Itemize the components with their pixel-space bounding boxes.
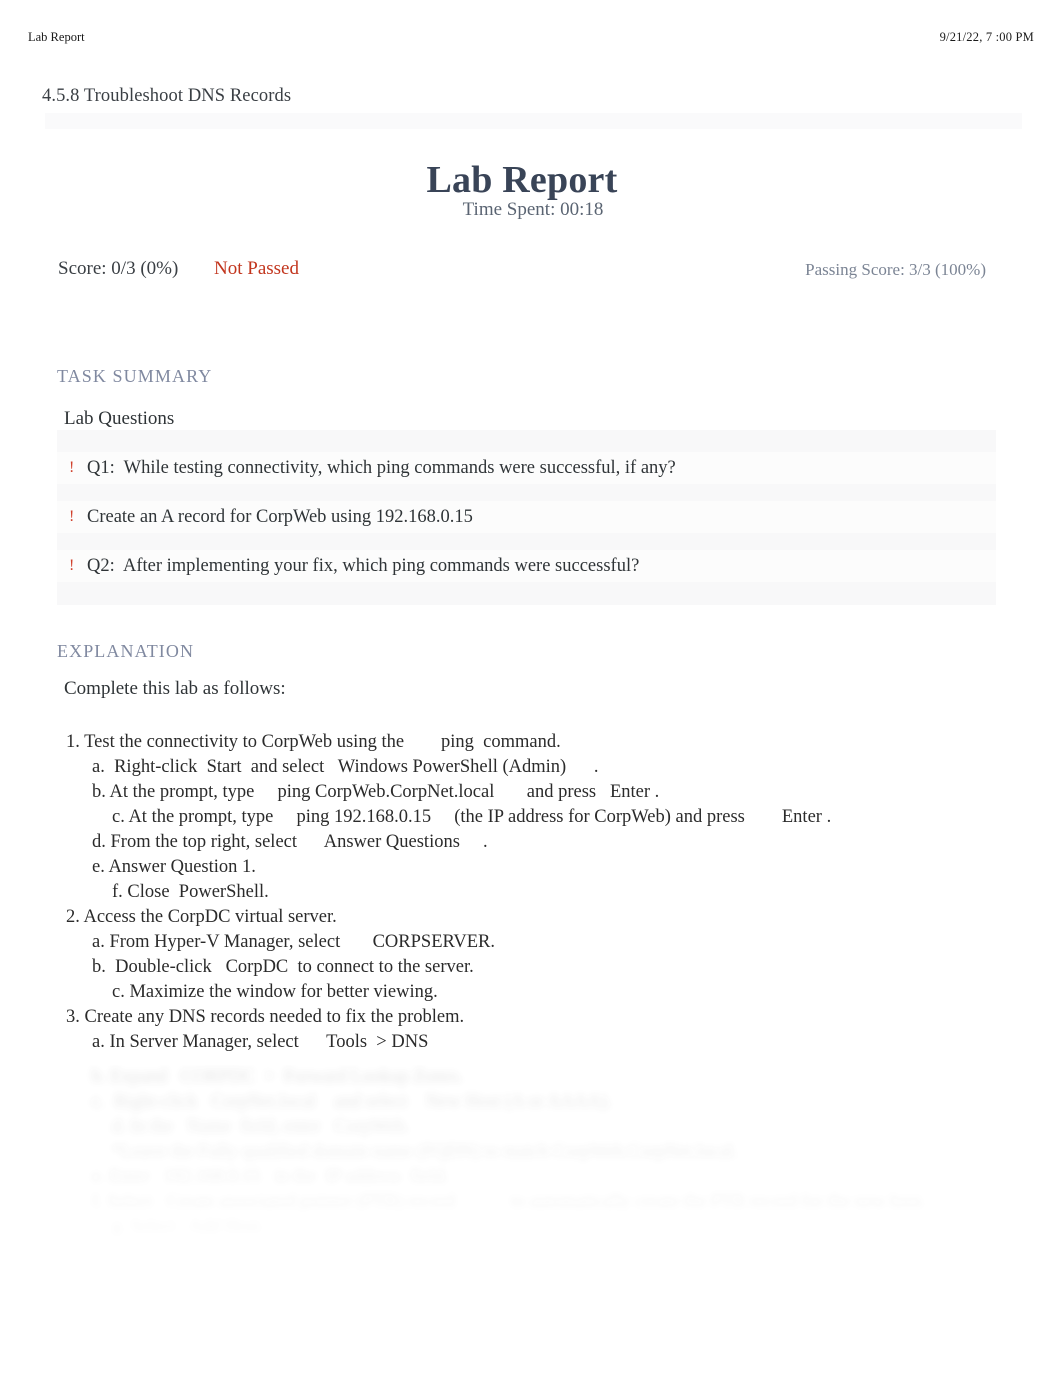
status-badge: Not Passed xyxy=(214,258,299,279)
faded-explanation-tail: b. Expand CORPDC > Forward Lookup Zones.… xyxy=(0,1065,1062,1265)
incorrect-icon: ! xyxy=(69,557,75,574)
step-item: a. From Hyper-V Manager, select CORPSERV… xyxy=(92,932,495,952)
step-item-faded: e. Enter 192.168.0.15 in the IP address … xyxy=(92,1167,449,1187)
step-item-faded: g. Select Add Host. xyxy=(112,1217,265,1237)
step-item-faded: f. Select Create associated pointer (PTR… xyxy=(92,1192,926,1212)
lab-code-title: 4.5.8 Troubleshoot DNS Records xyxy=(42,86,292,106)
lab-questions-list: ! Q1: While testing connectivity, which … xyxy=(57,430,996,605)
question-band-spacer xyxy=(57,582,996,605)
explanation-steps: 1. Test the connectivity to CorpWeb usin… xyxy=(0,730,1062,1055)
question-band-spacer xyxy=(57,533,996,550)
score-value: Score: 0/3 (0%) xyxy=(58,258,179,279)
explanation-intro: Complete this lab as follows: xyxy=(64,678,286,699)
step-item-faded: c. Right-click CorpNet.local and select … xyxy=(92,1092,612,1112)
print-header: Lab Report 9/21/22, 7 :00 PM xyxy=(0,27,1062,47)
page-title: Lab Report xyxy=(426,159,618,202)
header-divider-band xyxy=(45,113,1022,129)
list-item: ! Create an A record for CorpWeb using 1… xyxy=(57,501,996,533)
incorrect-icon: ! xyxy=(69,459,75,476)
step-item: 1. Test the connectivity to CorpWeb usin… xyxy=(66,732,561,752)
time-spent-label: Time Spent: 00:18 xyxy=(462,199,604,220)
step-item: b. Double-click CorpDC to connect to the… xyxy=(92,957,474,977)
step-item-faded: d. In the Name field, enter CorpWeb. xyxy=(112,1117,410,1137)
step-item: b. At the prompt, type ping CorpWeb.Corp… xyxy=(92,782,660,802)
step-item-faded: *Leave the Fully qualified domain name (… xyxy=(112,1142,738,1162)
step-item: a. In Server Manager, select Tools > DNS xyxy=(92,1032,429,1052)
question-text: Create an A record for CorpWeb using 192… xyxy=(87,506,473,527)
question-text: Q2: After implementing your fix, which p… xyxy=(87,555,640,576)
passing-score-value: Passing Score: 3/3 (100%) xyxy=(805,260,986,279)
step-item: 2. Access the CorpDC virtual server. xyxy=(66,907,337,927)
print-header-title: Lab Report xyxy=(28,29,85,44)
incorrect-icon: ! xyxy=(69,508,75,525)
step-item: a. Right-click Start and select Windows … xyxy=(92,757,599,777)
lab-questions-subheading: Lab Questions xyxy=(64,408,175,429)
list-item: ! Q2: After implementing your fix, which… xyxy=(57,550,996,582)
question-band-spacer xyxy=(57,484,996,501)
step-item: e. Answer Question 1. xyxy=(92,857,256,877)
score-row: Score: 0/3 (0%) Not Passed Passing Score… xyxy=(0,258,1062,286)
question-band-spacer xyxy=(57,430,996,452)
list-item: ! Q1: While testing connectivity, which … xyxy=(57,452,996,484)
explanation-heading: EXPLANATION xyxy=(57,641,195,661)
question-text: Q1: While testing connectivity, which pi… xyxy=(87,457,676,478)
print-header-timestamp: 9/21/22, 7 :00 PM xyxy=(939,29,1034,44)
task-summary-heading: TASK SUMMARY xyxy=(57,366,213,386)
step-item: 3. Create any DNS records needed to fix … xyxy=(66,1007,465,1027)
step-item: c. Maximize the window for better viewin… xyxy=(112,982,438,1002)
step-item: f. Close PowerShell. xyxy=(112,882,269,902)
step-item: d. From the top right, select Answer Que… xyxy=(92,832,488,852)
step-item: c. At the prompt, type ping 192.168.0.15… xyxy=(112,807,832,827)
step-item-faded: b. Expand CORPDC > Forward Lookup Zones. xyxy=(92,1067,464,1087)
